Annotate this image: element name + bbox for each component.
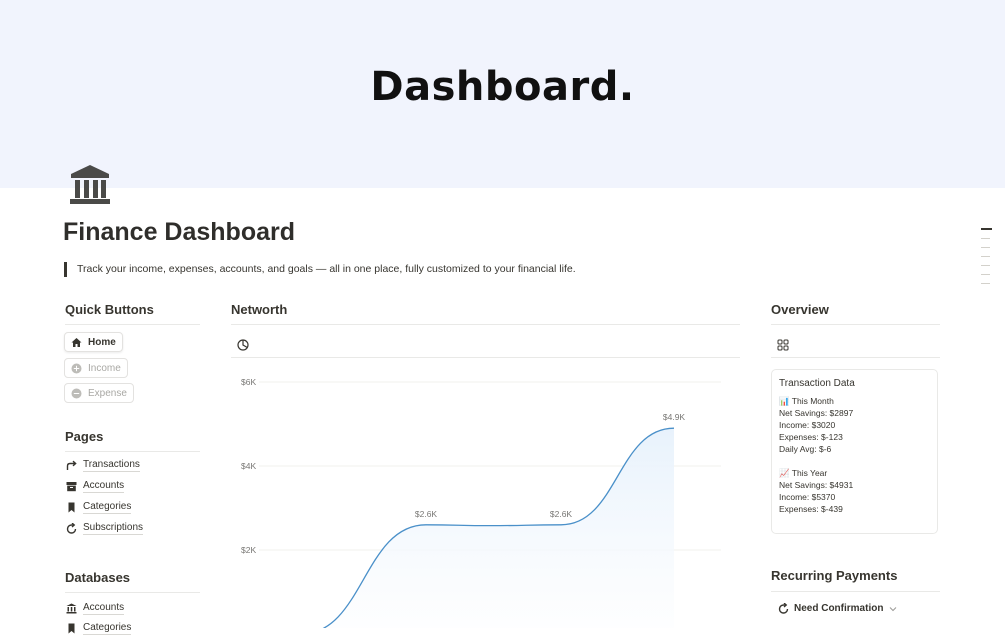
table-of-contents[interactable] [981, 228, 993, 292]
home-button-label: Home [88, 336, 116, 348]
gallery-toolbar [771, 332, 940, 358]
page-title: Finance Dashboard [63, 218, 295, 246]
refresh-icon [66, 523, 77, 534]
page-link-categories[interactable]: Categories [66, 501, 132, 514]
cover-banner: Dashboard. [0, 0, 1005, 188]
divider [771, 324, 940, 325]
overview-heading: Overview [771, 302, 829, 317]
toc-line[interactable] [981, 228, 992, 230]
page-link-transactions[interactable]: Transactions [66, 459, 140, 472]
database-link-categories[interactable]: Categories [66, 622, 132, 635]
data-label: $2.6K [415, 509, 438, 519]
need-confirmation-filter[interactable]: Need Confirmation [778, 603, 897, 614]
page-description: Track your income, expenses, accounts, a… [64, 262, 576, 277]
redirect-arrow-icon [66, 460, 77, 471]
month-income: Income: $3020 [779, 420, 836, 430]
toc-line[interactable] [981, 255, 990, 257]
year-label: 📈 This Year [779, 468, 828, 478]
toc-line[interactable] [981, 246, 990, 248]
expense-button-label: Expense [88, 387, 127, 399]
year-income: Income: $5370 [779, 492, 836, 502]
card-title: Transaction Data [779, 378, 855, 389]
chevron-down-icon [889, 606, 897, 612]
gallery-grid-icon[interactable] [777, 338, 789, 351]
page-link-label: Subscriptions [83, 522, 144, 535]
bookmark-icon [66, 502, 77, 513]
month-net-savings: Net Savings: $2897 [779, 408, 854, 418]
archive-box-icon [66, 481, 77, 492]
refresh-icon [778, 603, 789, 614]
bookmark-icon [66, 623, 77, 634]
toc-line[interactable] [981, 282, 990, 284]
bank-icon [66, 603, 77, 614]
home-icon [71, 337, 82, 348]
databases-heading: Databases [65, 570, 131, 585]
divider [65, 324, 200, 325]
divider [65, 451, 200, 452]
home-button[interactable]: Home [64, 332, 123, 352]
year-expenses: Expenses: $-439 [779, 504, 843, 514]
database-link-label: Categories [83, 622, 132, 635]
pages-heading: Pages [65, 429, 104, 444]
page-link-accounts[interactable]: Accounts [66, 480, 125, 493]
page-link-label: Categories [83, 501, 132, 514]
pie-chart-icon[interactable] [237, 338, 249, 351]
data-label: $4.9K [663, 412, 686, 422]
expense-button[interactable]: Expense [64, 383, 134, 403]
divider [65, 592, 200, 593]
y-tick-label: $2K [241, 545, 256, 555]
filter-label: Need Confirmation [794, 603, 884, 614]
month-expenses: Expenses: $-123 [779, 432, 843, 442]
cover-title: Dashboard. [370, 64, 635, 110]
database-link-accounts[interactable]: Accounts [66, 602, 125, 615]
plus-circle-icon [71, 363, 82, 374]
chart-view-toolbar [231, 332, 740, 358]
income-button-label: Income [88, 362, 121, 374]
transaction-data-card[interactable]: Transaction Data 📊 This Month Net Saving… [771, 369, 938, 534]
divider [771, 591, 940, 592]
income-button[interactable]: Income [64, 358, 128, 378]
networth-area [323, 428, 674, 628]
toc-line[interactable] [981, 273, 990, 275]
networth-heading: Networth [231, 302, 288, 317]
month-daily-avg: Daily Avg: $-6 [779, 444, 832, 454]
divider [231, 324, 740, 325]
data-label: $2.6K [550, 509, 573, 519]
minus-circle-icon [71, 388, 82, 399]
y-tick-label: $6K [241, 377, 256, 387]
page-link-label: Accounts [83, 480, 125, 493]
y-tick-label: $4K [241, 461, 256, 471]
quick-buttons-heading: Quick Buttons [65, 302, 154, 317]
database-link-label: Accounts [83, 602, 125, 615]
networth-chart[interactable]: $2K $4K $6K $2.6K $2.6K $4.9K [231, 362, 740, 628]
page-link-label: Transactions [83, 459, 140, 472]
month-label: 📊 This Month [779, 396, 834, 406]
toc-line[interactable] [981, 264, 990, 266]
bank-building-icon[interactable] [68, 164, 112, 206]
toc-line[interactable] [981, 237, 990, 239]
page-link-subscriptions[interactable]: Subscriptions [66, 522, 144, 535]
recurring-payments-heading: Recurring Payments [771, 568, 898, 583]
year-net-savings: Net Savings: $4931 [779, 480, 854, 490]
